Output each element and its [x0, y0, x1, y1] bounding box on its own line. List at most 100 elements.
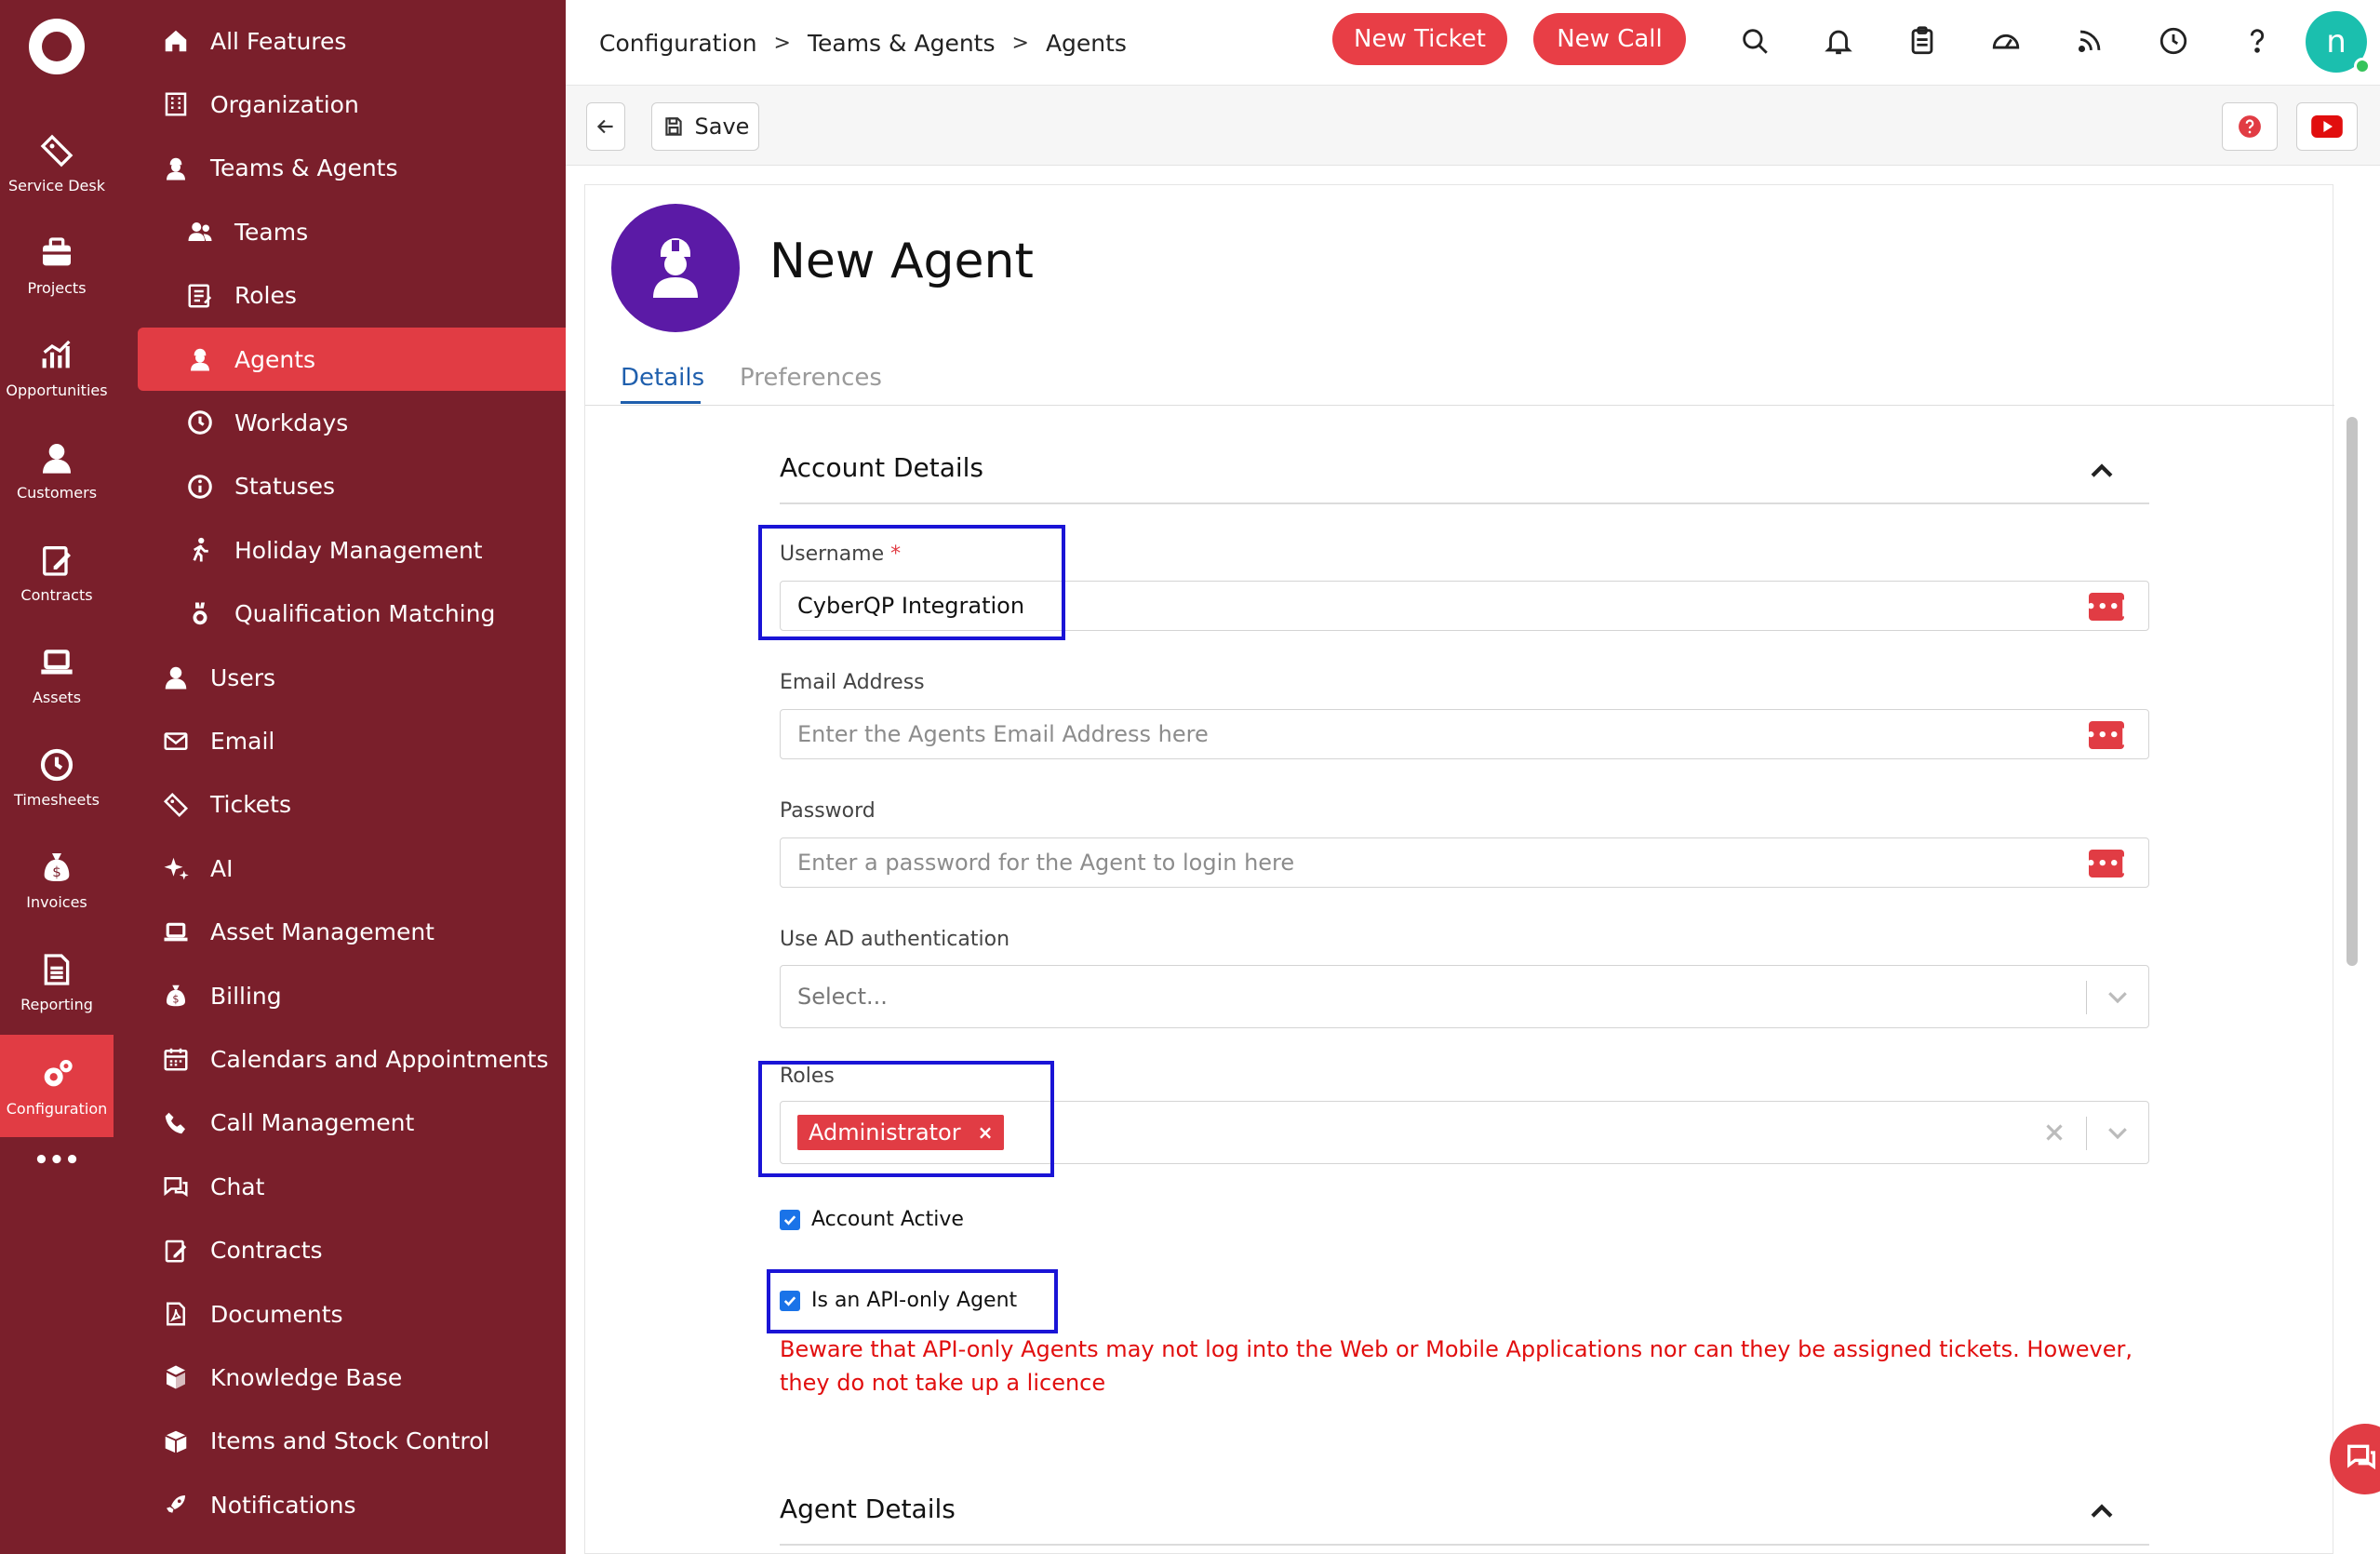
- video-tutorial-button[interactable]: [2296, 102, 2358, 151]
- breadcrumb-teams-agents[interactable]: Teams & Agents: [808, 30, 996, 57]
- section-divider: [780, 1544, 2149, 1546]
- password-manager-icon[interactable]: •••|: [2085, 850, 2127, 877]
- ad-auth-select[interactable]: Select...: [780, 965, 2149, 1028]
- sidebar-item-qualification-matching[interactable]: Qualification Matching: [138, 583, 566, 646]
- rail-item-projects[interactable]: Projects: [0, 214, 114, 316]
- sidebar-item-holiday-management[interactable]: Holiday Management: [138, 518, 566, 582]
- agent-icon: [184, 343, 216, 375]
- back-button[interactable]: [586, 102, 625, 151]
- account-active-label: Account Active: [811, 1208, 964, 1231]
- rail-item-invoices[interactable]: $ Invoices: [0, 828, 114, 931]
- rail-item-opportunities[interactable]: Opportunities: [0, 316, 114, 419]
- sidebar-item-tickets[interactable]: Tickets: [138, 773, 566, 837]
- help-question-icon[interactable]: [2239, 22, 2276, 60]
- sidebar-item-billing[interactable]: $ Billing: [138, 964, 566, 1027]
- tab-preferences[interactable]: Preferences: [740, 364, 882, 392]
- new-ticket-button[interactable]: New Ticket: [1332, 13, 1507, 65]
- account-details-heading: Account Details: [780, 452, 984, 483]
- rail-item-reporting[interactable]: Reporting: [0, 931, 114, 1033]
- sidebar-item-agents[interactable]: Agents: [138, 328, 566, 391]
- rail-item-customers[interactable]: Customers: [0, 419, 114, 521]
- rail-item-label: Opportunities: [6, 381, 108, 399]
- clock-icon: [40, 748, 74, 781]
- sidebar-item-email[interactable]: Email: [138, 709, 566, 772]
- collapse-chevron-up-icon[interactable]: [2086, 456, 2118, 488]
- sidebar-item-teams-agents[interactable]: Teams & Agents: [138, 137, 566, 200]
- worker-helmet-icon: [653, 238, 698, 298]
- collapse-chevron-up-icon[interactable]: [2086, 1496, 2118, 1528]
- password-label: Password: [780, 799, 876, 823]
- page-title: New Agent: [769, 234, 1034, 289]
- account-active-row[interactable]: Account Active: [780, 1208, 964, 1231]
- sidebar-item-organization[interactable]: Organization: [138, 73, 566, 136]
- sidebar-item-label: AI: [210, 854, 234, 882]
- phone-icon: [160, 1107, 192, 1139]
- sidebar-item-roles[interactable]: Roles: [138, 264, 566, 328]
- breadcrumb-configuration[interactable]: Configuration: [599, 30, 757, 57]
- scrollbar-thumb[interactable]: [2347, 417, 2358, 966]
- rss-feed-icon[interactable]: [2071, 22, 2108, 60]
- bell-icon[interactable]: [1820, 22, 1857, 60]
- sidebar-item-label: Chat: [210, 1172, 265, 1200]
- sidebar-item-items-and-stock-control[interactable]: Items and Stock Control: [138, 1410, 566, 1473]
- sidebar-item-ai[interactable]: AI: [138, 837, 566, 900]
- sidebar-item-all-features[interactable]: All Features: [138, 9, 566, 73]
- breadcrumb-separator: >: [1011, 32, 1029, 55]
- agent-avatar[interactable]: [611, 204, 740, 332]
- sidebar-item-calendars-and-appointments[interactable]: Calendars and Appointments: [138, 1027, 566, 1091]
- password-field[interactable]: •••|: [780, 837, 2149, 888]
- new-call-button[interactable]: New Call: [1533, 13, 1686, 65]
- account-active-checkbox[interactable]: [780, 1209, 800, 1230]
- rail-item-more[interactable]: •••: [0, 1137, 114, 1184]
- password-input[interactable]: [797, 850, 2007, 876]
- sidebar-item-label: Teams: [234, 218, 309, 246]
- info-icon: [184, 471, 216, 502]
- chat-fab-button[interactable]: [2330, 1424, 2380, 1494]
- chevron-down-icon[interactable]: [2104, 983, 2132, 1011]
- email-field[interactable]: •••|: [780, 709, 2149, 759]
- breadcrumb-agents[interactable]: Agents: [1046, 30, 1127, 57]
- rail-item-label: Configuration: [6, 1099, 108, 1118]
- sidebar-item-documents[interactable]: Documents: [138, 1282, 566, 1346]
- history-clock-icon[interactable]: [2155, 22, 2192, 60]
- agent-icon: [160, 153, 192, 184]
- sidebar-item-contracts[interactable]: Contracts: [138, 1219, 566, 1282]
- sidebar-item-label: Contracts: [210, 1237, 323, 1265]
- clear-selection-icon[interactable]: [2040, 1119, 2068, 1146]
- ad-auth-placeholder: Select...: [797, 984, 888, 1010]
- sidebar-item-label: Asset Management: [210, 918, 435, 946]
- action-toolbar: Save: [566, 86, 2380, 166]
- help-button[interactable]: [2222, 102, 2278, 151]
- sidebar-item-workdays[interactable]: Workdays: [138, 391, 566, 454]
- sidebar-item-asset-management[interactable]: Asset Management: [138, 901, 566, 964]
- app-logo[interactable]: [29, 19, 85, 74]
- rail-item-timesheets[interactable]: Timesheets: [0, 726, 114, 828]
- save-button[interactable]: Save: [651, 102, 759, 151]
- rail-item-contracts[interactable]: Contracts: [0, 521, 114, 623]
- sidebar-item-statuses[interactable]: Statuses: [138, 455, 566, 518]
- clipboard-icon[interactable]: [1904, 22, 1941, 60]
- sidebar-item-teams[interactable]: Teams: [138, 200, 566, 263]
- rail-item-service-desk[interactable]: Service Desk: [0, 112, 114, 214]
- roles-icon: [184, 280, 216, 312]
- box-icon: [160, 1426, 192, 1457]
- tab-details[interactable]: Details: [621, 364, 704, 392]
- rail-item-assets[interactable]: Assets: [0, 623, 114, 726]
- briefcase-icon: [43, 236, 71, 265]
- password-manager-icon[interactable]: •••|: [2085, 593, 2127, 621]
- top-bar: Configuration > Teams & Agents > Agents …: [566, 0, 2380, 86]
- svg-text:$: $: [52, 864, 61, 880]
- password-manager-icon[interactable]: •••|: [2085, 721, 2127, 749]
- chevron-down-icon[interactable]: [2104, 1119, 2132, 1146]
- sidebar-item-knowledge-base[interactable]: Knowledge Base: [138, 1346, 566, 1409]
- sidebar-item-users[interactable]: Users: [138, 646, 566, 709]
- section-divider: [780, 502, 2149, 504]
- walking-icon: [184, 534, 216, 566]
- sidebar-item-notifications[interactable]: Notifications: [138, 1473, 566, 1536]
- dashboard-gauge-icon[interactable]: [1987, 22, 2025, 60]
- sidebar-item-chat[interactable]: Chat: [138, 1155, 566, 1218]
- rail-item-configuration[interactable]: Configuration: [0, 1035, 114, 1137]
- email-input[interactable]: [797, 721, 2007, 747]
- search-icon[interactable]: [1736, 22, 1773, 60]
- sidebar-item-call-management[interactable]: Call Management: [138, 1092, 566, 1155]
